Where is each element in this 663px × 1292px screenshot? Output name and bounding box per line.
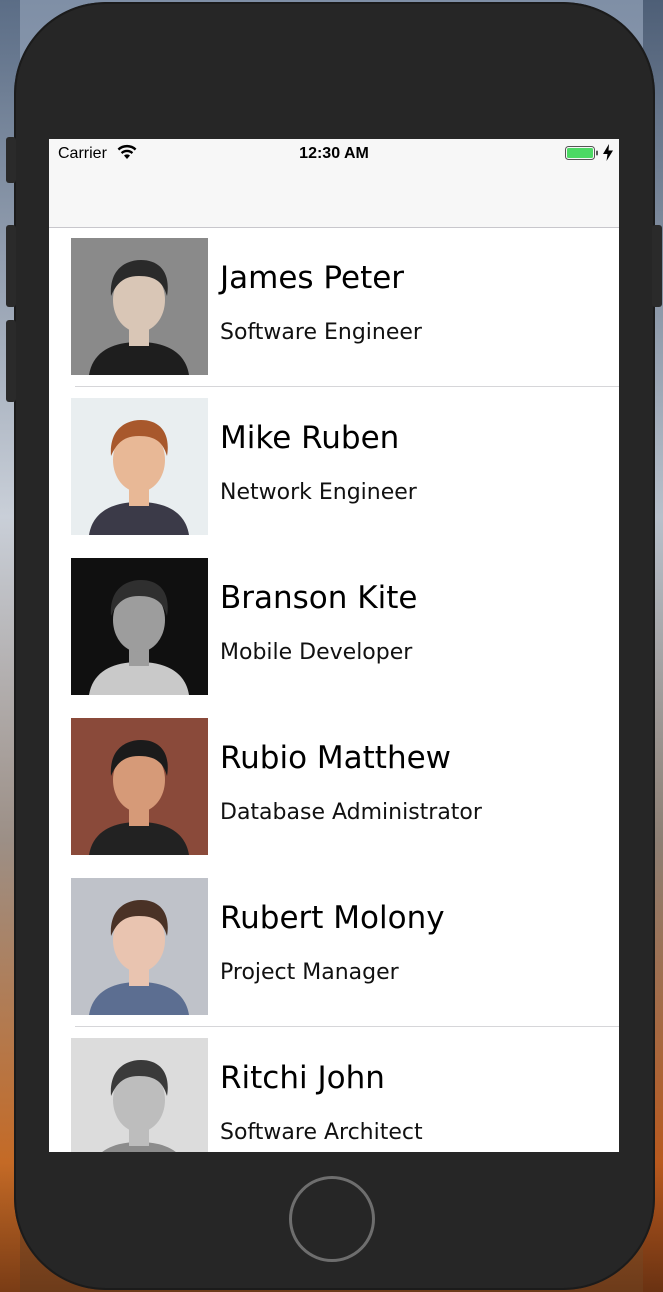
- list-item[interactable]: Rubio Matthew Database Administrator: [49, 708, 619, 868]
- contact-title: Mobile Developer: [220, 640, 413, 665]
- contact-name: Rubio Matthew: [220, 740, 452, 776]
- list-item[interactable]: Branson Kite Mobile Developer: [49, 548, 619, 708]
- list-item[interactable]: James Peter Software Engineer: [49, 228, 619, 388]
- contact-title: Network Engineer: [220, 480, 417, 505]
- status-bar: Carrier 12:30 AM: [49, 139, 619, 167]
- contact-title: Project Manager: [220, 960, 399, 985]
- person-photo-icon: [71, 1038, 208, 1152]
- person-photo-icon: [71, 238, 208, 375]
- person-photo-icon: [71, 878, 208, 1015]
- contact-title: Software Architect: [220, 1120, 423, 1145]
- home-button[interactable]: [289, 1176, 375, 1262]
- contact-name: James Peter: [220, 260, 405, 296]
- person-photo-icon: [71, 718, 208, 855]
- status-time: 12:30 AM: [299, 145, 369, 162]
- navigation-bar: [49, 167, 619, 228]
- row-separator: [75, 1026, 619, 1027]
- list-item[interactable]: Rubert Molony Project Manager: [49, 868, 619, 1028]
- row-separator: [75, 386, 619, 387]
- contact-name: Ritchi John: [220, 1060, 385, 1096]
- contact-title: Database Administrator: [220, 800, 482, 825]
- power-button: [652, 225, 662, 307]
- contact-title: Software Engineer: [220, 320, 422, 345]
- contact-name: Rubert Molony: [220, 900, 445, 936]
- battery-icon: [565, 146, 598, 160]
- contact-name: Branson Kite: [220, 580, 418, 616]
- charging-bolt-icon: [603, 144, 613, 161]
- person-photo-icon: [71, 558, 208, 695]
- screen: Carrier 12:30 AM James Peter Software En…: [49, 139, 619, 1152]
- list-item[interactable]: Mike Ruben Network Engineer: [49, 388, 619, 548]
- person-photo-icon: [71, 398, 208, 535]
- volume-down-button: [6, 320, 16, 402]
- mute-switch: [6, 137, 16, 183]
- contact-list[interactable]: James Peter Software Engineer Mike Ruben…: [49, 228, 619, 1152]
- list-item[interactable]: Ritchi John Software Architect: [49, 1028, 619, 1152]
- volume-up-button: [6, 225, 16, 307]
- contact-name: Mike Ruben: [220, 420, 400, 456]
